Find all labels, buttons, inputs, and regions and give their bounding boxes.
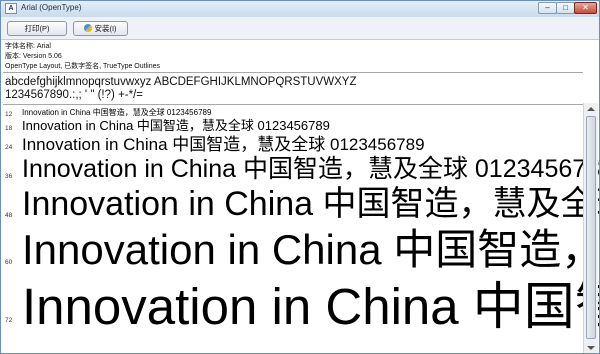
alphabet-digits: 1234567890.:,; ' " (!?) +-*/=	[5, 89, 143, 101]
size-label: 60	[5, 259, 13, 266]
print-button[interactable]: 打印(P)	[7, 21, 67, 36]
size-label: 12	[5, 111, 13, 118]
minimize-button[interactable]: –	[538, 2, 557, 14]
toolbar: 打印(P) 安装(I)	[1, 17, 599, 40]
size-label: 18	[5, 125, 13, 132]
font-viewer-window: A Arial (OpenType) – □ ✕ 打印(P) 安装(I) 字体名…	[0, 0, 600, 354]
arrow-down-icon[interactable]	[587, 346, 595, 350]
sample-text: Innovation in China 中国智造，慧及全球 0123456789	[22, 155, 600, 183]
font-info: 字体名称: Arial 版本: Version 5.06 OpenType La…	[5, 42, 160, 72]
font-features-line: OpenType Layout, 已数字签名, TrueType Outline…	[5, 63, 160, 70]
shield-icon	[84, 24, 93, 32]
sample-text: Innovation in China 中国智造，慧及全球 0123456789	[22, 108, 212, 117]
size-label: 24	[5, 144, 13, 151]
size-label: 72	[5, 317, 13, 324]
arrow-up-icon[interactable]	[587, 107, 595, 111]
sample-text: Innovation in China 中国智造，慧及全球 0123456789	[22, 135, 425, 154]
divider	[3, 104, 583, 105]
sample-text: Innovation in China 中国智造，慧及全球 0123456789	[22, 278, 599, 335]
size-label: 48	[5, 212, 13, 219]
scrollbar-thumb[interactable]	[586, 116, 596, 339]
sample-text: Innovation in China 中国智造，慧及全球 0123456789	[22, 118, 330, 133]
window-title: Arial (OpenType)	[21, 3, 82, 12]
vertical-scrollbar[interactable]	[583, 103, 598, 353]
print-button-label: 打印(P)	[24, 24, 50, 33]
alphabet-letters: abcdefghijklmnopqrstuvwxyz ABCDEFGHIJKLM…	[5, 76, 357, 88]
size-label: 36	[5, 173, 13, 180]
install-button-label: 安装(I)	[94, 24, 117, 33]
maximize-button[interactable]: □	[556, 2, 575, 14]
font-name-line: 字体名称: Arial	[5, 43, 51, 50]
font-file-icon: A	[5, 3, 17, 14]
title-bar[interactable]: A Arial (OpenType) – □ ✕	[1, 1, 599, 17]
divider	[3, 72, 583, 73]
sample-text: Innovation in China 中国智造，慧及全球 0123456789	[22, 226, 600, 273]
install-button[interactable]: 安装(I)	[73, 21, 128, 36]
font-version-line: 版本: Version 5.06	[5, 53, 62, 60]
sample-text: Innovation in China 中国智造，慧及全球 0123456789	[22, 185, 600, 223]
close-button[interactable]: ✕	[574, 2, 597, 14]
